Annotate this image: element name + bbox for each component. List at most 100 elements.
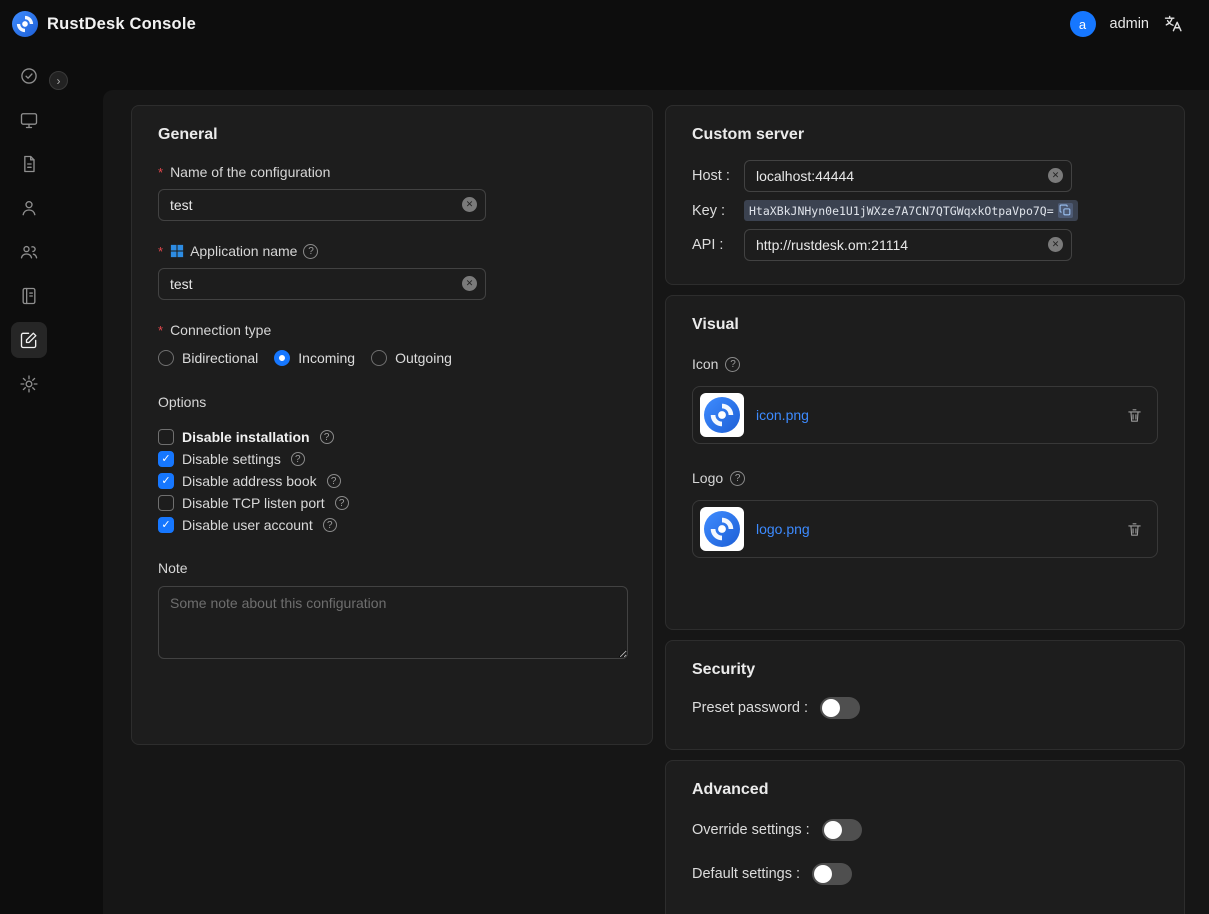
check-circle-icon — [19, 66, 39, 86]
application-name-label: Application name — [190, 243, 297, 259]
sidebar-item-settings[interactable] — [11, 366, 47, 402]
sidebar-item-logs[interactable] — [11, 278, 47, 314]
icon-preview — [700, 393, 744, 437]
sidebar-item-groups[interactable] — [11, 234, 47, 270]
connection-type-radio-group: Bidirectional Incoming Outgoing — [158, 350, 626, 366]
connection-type-label: Connection type — [170, 322, 271, 338]
clear-icon[interactable]: ✕ — [1048, 237, 1063, 252]
option-disable-settings[interactable]: ✓ Disable settings ? — [158, 448, 626, 470]
general-card: General * Name of the configuration ✕ * — [131, 105, 653, 745]
option-disable-installation[interactable]: ✓ Disable installation ? — [158, 426, 626, 448]
custom-server-title: Custom server — [692, 126, 1158, 144]
radio-label: Outgoing — [395, 350, 452, 366]
required-asterisk: * — [158, 323, 163, 338]
host-label: Host : — [692, 168, 744, 184]
trash-icon[interactable] — [1126, 521, 1143, 538]
help-icon[interactable]: ? — [730, 471, 745, 486]
advanced-card: Advanced Override settings : Default set… — [665, 760, 1185, 914]
default-settings-toggle[interactable] — [812, 863, 852, 885]
help-icon[interactable]: ? — [335, 496, 349, 510]
option-disable-tcp-listen-port[interactable]: ✓ Disable TCP listen port ? — [158, 492, 626, 514]
visual-title: Visual — [692, 316, 1158, 334]
logo-preview — [700, 507, 744, 551]
logo-label: Logo — [692, 470, 723, 486]
clear-icon[interactable]: ✕ — [462, 276, 477, 291]
api-label: API : — [692, 237, 744, 253]
sidebar-expand-button[interactable]: › — [49, 71, 68, 90]
radio-bidirectional[interactable]: Bidirectional — [158, 350, 258, 366]
help-icon[interactable]: ? — [725, 357, 740, 372]
help-icon[interactable]: ? — [303, 244, 318, 259]
trash-icon[interactable] — [1126, 407, 1143, 424]
sidebar-item-custom-clients[interactable] — [11, 322, 47, 358]
option-disable-address-book[interactable]: ✓ Disable address book ? — [158, 470, 626, 492]
general-title: General — [158, 126, 626, 144]
key-label: Key : — [692, 203, 744, 219]
checkbox[interactable]: ✓ — [158, 495, 174, 511]
checkbox[interactable]: ✓ — [158, 473, 174, 489]
username[interactable]: admin — [1110, 16, 1150, 32]
radio-incoming[interactable]: Incoming — [274, 350, 355, 366]
preset-password-label: Preset password : — [692, 700, 808, 716]
api-input[interactable] — [744, 229, 1072, 261]
default-settings-label: Default settings : — [692, 866, 800, 882]
radio-label: Incoming — [298, 350, 355, 366]
app-title: RustDesk Console — [47, 15, 196, 34]
note-label: Note — [158, 560, 626, 576]
gear-icon — [19, 374, 39, 394]
option-disable-user-account[interactable]: ✓ Disable user account ? — [158, 514, 626, 536]
radio-icon[interactable] — [158, 350, 174, 366]
host-input[interactable] — [744, 160, 1072, 192]
config-name-label: Name of the configuration — [170, 164, 330, 180]
security-card: Security Preset password : — [665, 640, 1185, 750]
sidebar-item-documents[interactable] — [11, 146, 47, 182]
security-title: Security — [692, 661, 1158, 679]
user-icon — [19, 198, 39, 218]
icon-upload-box: icon.png — [692, 386, 1158, 444]
copy-icon[interactable] — [1058, 203, 1073, 218]
advanced-title: Advanced — [692, 781, 1158, 799]
users-icon — [19, 242, 39, 262]
preset-password-toggle[interactable] — [820, 697, 860, 719]
app-header: RustDesk Console a admin — [0, 0, 1209, 48]
clear-icon[interactable]: ✕ — [1048, 168, 1063, 183]
rustdesk-logo-icon — [12, 11, 38, 37]
checkbox-label: Disable settings — [182, 451, 281, 467]
help-icon[interactable]: ? — [291, 452, 305, 466]
checkbox[interactable]: ✓ — [158, 517, 174, 533]
note-textarea[interactable] — [158, 586, 628, 659]
required-asterisk: * — [158, 165, 163, 180]
checkbox[interactable]: ✓ — [158, 429, 174, 445]
override-settings-label: Override settings : — [692, 822, 810, 838]
brand: RustDesk Console — [12, 11, 196, 37]
key-value-box: HtaXBkJNHyn0e1U1jWXze7A7CN7QTGWqxkOtpaVp… — [744, 200, 1078, 221]
help-icon[interactable]: ? — [323, 518, 337, 532]
icon-file-link[interactable]: icon.png — [756, 407, 809, 423]
sidebar — [0, 48, 58, 914]
override-settings-toggle[interactable] — [822, 819, 862, 841]
main-content: General * Name of the configuration ✕ * — [103, 90, 1209, 914]
journal-icon — [19, 286, 39, 306]
monitor-icon — [19, 110, 39, 130]
checkbox[interactable]: ✓ — [158, 451, 174, 467]
key-value: HtaXBkJNHyn0e1U1jWXze7A7CN7QTGWqxkOtpaVp… — [749, 204, 1054, 218]
application-name-input[interactable] — [158, 268, 486, 300]
config-name-input[interactable] — [158, 189, 486, 221]
clear-icon[interactable]: ✕ — [462, 197, 477, 212]
radio-outgoing[interactable]: Outgoing — [371, 350, 452, 366]
checkbox-label: Disable TCP listen port — [182, 495, 325, 511]
translate-icon[interactable] — [1163, 14, 1183, 34]
sidebar-item-users[interactable] — [11, 190, 47, 226]
radio-icon[interactable] — [274, 350, 290, 366]
user-avatar[interactable]: a — [1070, 11, 1096, 37]
sidebar-item-devices[interactable] — [11, 102, 47, 138]
help-icon[interactable]: ? — [327, 474, 341, 488]
checkbox-label: Disable installation — [182, 429, 310, 445]
options-label: Options — [158, 394, 626, 410]
logo-file-link[interactable]: logo.png — [756, 521, 810, 537]
help-icon[interactable]: ? — [320, 430, 334, 444]
logo-upload-box: logo.png — [692, 500, 1158, 558]
sidebar-item-status[interactable] — [11, 58, 47, 94]
windows-icon — [170, 244, 184, 258]
radio-icon[interactable] — [371, 350, 387, 366]
